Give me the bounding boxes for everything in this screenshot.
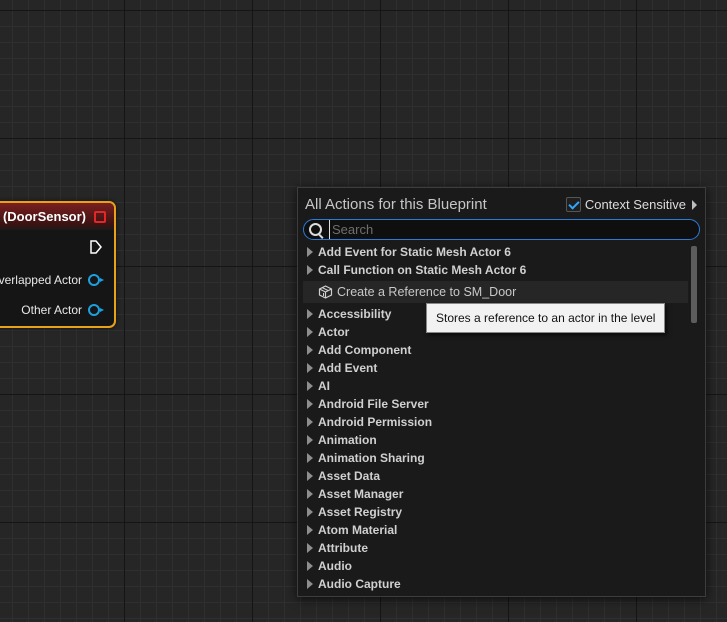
expand-arrow-icon[interactable] [307, 309, 313, 319]
action-menu: All Actions for this Blueprint Context S… [297, 187, 706, 597]
context-sensitive-toggle[interactable]: Context Sensitive [565, 197, 697, 212]
expand-arrow-icon[interactable] [307, 327, 313, 337]
list-item-label: Audio [318, 559, 352, 573]
expand-arrow-icon[interactable] [307, 247, 313, 257]
list-item-label: Android File Server [318, 397, 429, 411]
actor-reference-icon [318, 285, 333, 299]
list-item[interactable]: AI [303, 377, 688, 395]
list-item-label: Animation [318, 433, 377, 447]
expand-arrow-icon[interactable] [307, 543, 313, 553]
expand-arrow-icon[interactable] [307, 265, 313, 275]
search-box[interactable] [303, 219, 700, 240]
list-item-label: Atom Material [318, 523, 398, 537]
expand-arrow-icon[interactable] [307, 471, 313, 481]
list-item[interactable]: Audio [303, 557, 688, 575]
expand-arrow-icon[interactable] [307, 363, 313, 373]
list-item[interactable]: Add Event [303, 359, 688, 377]
expand-arrow-icon[interactable] [307, 453, 313, 463]
context-sensitive-label: Context Sensitive [584, 197, 686, 212]
blueprint-graph-canvas[interactable]: (DoorSensor) verlapped Actor Other Actor… [0, 0, 727, 622]
object-pin-icon[interactable] [88, 304, 104, 316]
list-item[interactable]: Asset Manager [303, 485, 688, 503]
exec-output-pin-icon[interactable] [90, 240, 102, 254]
menu-title: All Actions for this Blueprint [305, 196, 487, 213]
list-item[interactable]: Attribute [303, 539, 688, 557]
expand-arrow-icon[interactable] [307, 489, 313, 499]
delegate-pin-icon[interactable] [94, 211, 106, 223]
context-sensitive-checkbox[interactable] [565, 197, 581, 212]
expand-arrow-icon[interactable] [307, 507, 313, 517]
action-list[interactable]: Add Event for Static Mesh Actor 6 Call F… [303, 243, 688, 593]
pin-label: Other Actor [21, 303, 82, 317]
list-item[interactable]: Asset Registry [303, 503, 688, 521]
list-item-label: Actor [318, 325, 350, 339]
node-header: (DoorSensor) [0, 203, 114, 230]
list-item-label: Call Function on Static Mesh Actor 6 [318, 263, 527, 277]
list-item[interactable]: Android File Server [303, 395, 688, 413]
expand-arrow-icon[interactable] [307, 345, 313, 355]
list-item[interactable]: Atom Material [303, 521, 688, 539]
list-item[interactable]: Add Component [303, 341, 688, 359]
expand-arrow-icon[interactable] [307, 399, 313, 409]
list-item-label: Android Permission [318, 415, 433, 429]
list-item[interactable]: Asset Data [303, 467, 688, 485]
category-list: Accessibility Actor Add Component Add Event… [303, 305, 688, 593]
expand-arrow-icon[interactable] [307, 435, 313, 445]
list-item-label: Asset Data [318, 469, 381, 483]
tooltip: Stores a reference to an actor in the le… [426, 303, 666, 333]
list-item-label: Asset Registry [318, 505, 403, 519]
list-item-label: Audio Capture [318, 577, 401, 591]
list-item-label: Asset Manager [318, 487, 404, 501]
list-item-label: Create a Reference to SM_Door [337, 285, 517, 299]
event-node-door-sensor[interactable]: (DoorSensor) verlapped Actor Other Actor [0, 201, 116, 328]
list-item-create-reference[interactable]: Create a Reference to SM_Door [303, 281, 688, 303]
object-pin-icon[interactable] [88, 274, 104, 286]
list-item[interactable]: Animation [303, 431, 688, 449]
pin-label: verlapped Actor [0, 273, 82, 287]
list-item-label: Add Component [318, 343, 412, 357]
search-icon [309, 223, 322, 236]
list-item-label: Add Event [318, 361, 378, 375]
list-item-label: AI [318, 379, 330, 393]
list-item[interactable]: Animation Sharing [303, 449, 688, 467]
expand-arrow-icon[interactable] [307, 525, 313, 535]
pin-other-actor[interactable]: Other Actor [21, 302, 104, 318]
list-item-label: Attribute [318, 541, 368, 555]
list-item[interactable]: Audio Capture [303, 575, 688, 593]
scrollbar-thumb[interactable] [691, 246, 697, 323]
list-item[interactable]: Call Function on Static Mesh Actor 6 [303, 261, 688, 279]
list-item[interactable]: Add Event for Static Mesh Actor 6 [303, 243, 688, 261]
list-item-label: Accessibility [318, 307, 392, 321]
expand-arrow-icon[interactable] [307, 561, 313, 571]
list-item-label: Add Event for Static Mesh Actor 6 [318, 245, 511, 259]
expand-arrow-icon[interactable] [307, 417, 313, 427]
search-input[interactable] [329, 220, 692, 239]
list-item-label: Animation Sharing [318, 451, 425, 465]
list-item[interactable]: Android Permission [303, 413, 688, 431]
expand-arrow-icon[interactable] [307, 579, 313, 589]
pin-overlapped-actor[interactable]: verlapped Actor [0, 272, 104, 288]
expand-arrow-icon[interactable] [307, 381, 313, 391]
node-title: (DoorSensor) [2, 209, 86, 224]
chevron-right-icon[interactable] [692, 199, 697, 210]
